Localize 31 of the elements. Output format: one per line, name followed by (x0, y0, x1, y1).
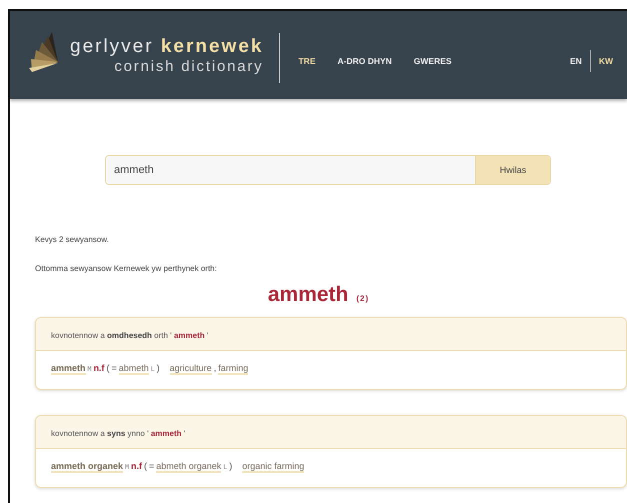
variant-link[interactable]: abmeth organek (156, 461, 222, 473)
search-field[interactable]: ammeth (106, 156, 475, 184)
close-paren: ) (229, 461, 232, 471)
translation-link[interactable]: farming (218, 363, 248, 375)
card-header-text: kovnotennow a syns ynno ' ammeth ' (51, 429, 186, 438)
part-of-speech: n.f (130, 461, 142, 471)
headword-link[interactable]: ammeth (51, 363, 86, 375)
nav-link[interactable]: A-DRO DHYN (337, 56, 392, 66)
intro-text: Ottomma sewyansow Kernewek yw perthynek orth: (35, 264, 218, 273)
language-link[interactable]: EN (570, 56, 582, 66)
nav-link[interactable]: TRE (298, 56, 316, 66)
close-paren: ) (156, 363, 160, 373)
result-count: Kevys 2 sewyansow. (35, 235, 110, 244)
variant-link[interactable]: abmeth (118, 363, 149, 375)
headword-link[interactable]: ammeth organek (51, 461, 124, 473)
site-title: gerlyver kernewek (70, 36, 264, 58)
translation-link[interactable]: organic farming (242, 461, 304, 473)
separator: , (214, 363, 216, 373)
open-paren: ( (106, 363, 110, 373)
part-of-speech: n.f (93, 363, 104, 373)
search-button[interactable]: Hwilas (475, 156, 550, 184)
equals-sign: = (148, 461, 154, 471)
site-subtitle: cornish dictionary (114, 58, 264, 74)
headword-title: ammeth (268, 283, 348, 307)
equals-sign: = (111, 363, 117, 373)
language-link[interactable]: KW (598, 56, 613, 66)
translation-link[interactable]: agriculture (170, 363, 212, 375)
card-header-text: kovnotennow a omdhesedh orth ' ammeth ' (51, 331, 208, 340)
nav-link[interactable]: GWERES (414, 56, 452, 66)
open-paren: ( (144, 461, 147, 471)
result-count-label: (2) (356, 294, 370, 303)
